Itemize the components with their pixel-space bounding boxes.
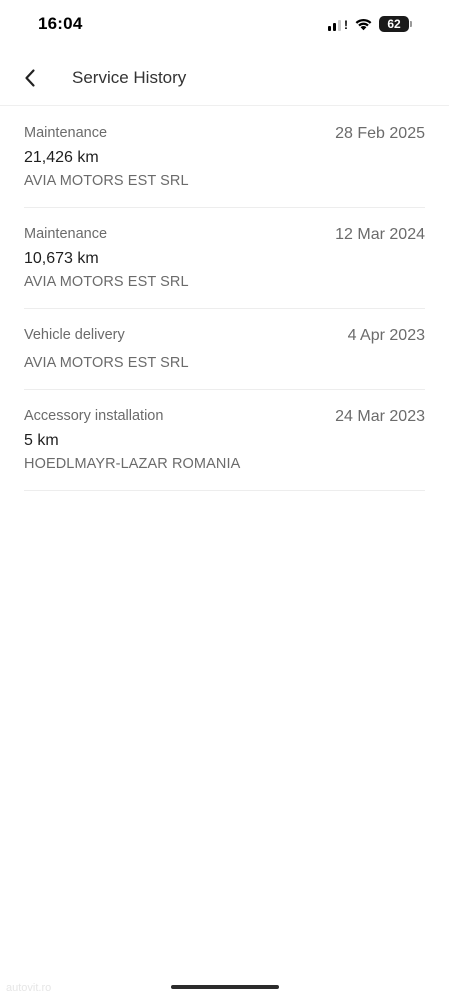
watermark: autovit.ro [6,982,52,994]
service-history-list: Maintenance 28 Feb 2025 21,426 km AVIA M… [24,107,425,491]
status-bar: 16:04 ! 62 [0,0,449,50]
battery-icon: 62 [379,16,412,32]
service-dealer: HOEDLMAYR-LAZAR ROMANIA [24,456,241,472]
app-header: Service History [0,50,449,106]
service-mileage: 21,426 km [24,149,99,166]
service-mileage: 5 km [24,432,59,449]
back-button[interactable] [14,62,46,94]
service-dealer: AVIA MOTORS EST SRL [24,173,189,189]
service-date: 12 Mar 2024 [335,226,425,243]
history-item[interactable]: Accessory installation 24 Mar 2023 5 km … [24,390,425,491]
service-date: 28 Feb 2025 [335,125,425,142]
status-time: 16:04 [38,14,83,33]
home-indicator[interactable] [171,985,279,989]
service-dealer: AVIA MOTORS EST SRL [24,355,189,371]
service-dealer: AVIA MOTORS EST SRL [24,274,189,290]
signal-icon: ! [328,17,348,31]
service-date: 4 Apr 2023 [347,327,425,344]
history-item[interactable]: Maintenance 12 Mar 2024 10,673 km AVIA M… [24,208,425,309]
wifi-icon [355,18,372,31]
status-icons: ! 62 [328,16,412,32]
history-item[interactable]: Vehicle delivery 4 Apr 2023 AVIA MOTORS … [24,309,425,390]
history-item[interactable]: Maintenance 28 Feb 2025 21,426 km AVIA M… [24,107,425,208]
service-date: 24 Mar 2023 [335,408,425,425]
chevron-left-icon [25,69,35,87]
screen: 16:04 ! 62 Service History Maintenance 2… [0,0,449,1000]
service-mileage: 10,673 km [24,250,99,267]
page-title: Service History [72,68,187,87]
